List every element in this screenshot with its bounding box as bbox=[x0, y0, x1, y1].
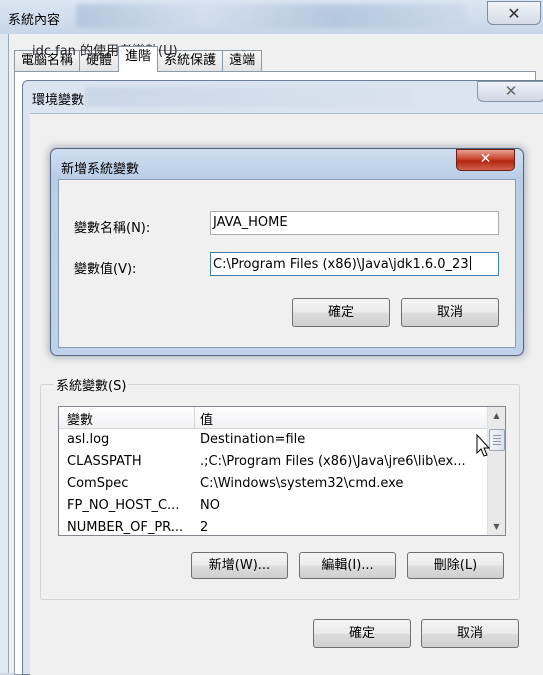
edit-variable-button[interactable]: 編輯(I)... bbox=[299, 552, 396, 579]
list-row[interactable]: NUMBER_OF_PR... 2 bbox=[59, 517, 488, 535]
column-header-variable[interactable]: 變數 bbox=[67, 409, 93, 428]
variable-value: 2 bbox=[200, 520, 209, 535]
ok-button[interactable]: 確定 bbox=[313, 619, 411, 648]
variable-name: asl.log bbox=[67, 432, 110, 447]
text-caret bbox=[469, 256, 471, 270]
variable-name: NUMBER_OF_PR... bbox=[67, 520, 184, 535]
variable-name-label: 變數名稱(N): bbox=[74, 221, 151, 236]
close-icon: ✕ bbox=[479, 151, 492, 167]
close-icon: ✕ bbox=[507, 3, 521, 23]
delete-variable-button[interactable]: 刪除(L) bbox=[407, 552, 504, 579]
dialog-title: 新增系統變數 bbox=[61, 162, 140, 177]
new-variable-button[interactable]: 新增(W)... bbox=[191, 552, 288, 579]
mouse-cursor-icon bbox=[476, 434, 490, 457]
window-title: 系統內容 bbox=[8, 13, 61, 28]
variable-value: Destination=file bbox=[200, 432, 306, 447]
variable-value: C:\Windows\system32\cmd.exe bbox=[200, 476, 404, 491]
list-row[interactable]: FP_NO_HOST_C... NO bbox=[59, 495, 488, 517]
close-button[interactable]: ✕ bbox=[487, 1, 541, 25]
list-row[interactable]: CLASSPATH .;C:\Program Files (x86)\Java\… bbox=[59, 451, 488, 473]
list-row[interactable]: ComSpec C:\Windows\system32\cmd.exe bbox=[59, 473, 488, 495]
column-header-value[interactable]: 值 bbox=[200, 409, 213, 428]
close-icon: ✕ bbox=[504, 82, 518, 100]
dialog-body: 變數名稱(N): JAVA_HOME 變數值(V): C:\Program Fi… bbox=[58, 179, 516, 348]
variable-value-label: 變數值(V): bbox=[74, 262, 137, 277]
tab-advanced[interactable]: 進階 bbox=[118, 46, 159, 72]
variable-name: CLASSPATH bbox=[67, 454, 142, 469]
close-button[interactable]: ✕ bbox=[456, 149, 515, 171]
variable-value-text: C:\Program Files (x86)\Java\jdk1.6.0_23 bbox=[213, 257, 469, 272]
variable-name-field[interactable]: JAVA_HOME bbox=[210, 211, 499, 235]
scrollbar-thumb[interactable] bbox=[489, 429, 505, 451]
cancel-button[interactable]: 取消 bbox=[401, 298, 499, 327]
variable-value: NO bbox=[200, 498, 220, 513]
system-variables-label: 系統變數(S) bbox=[54, 375, 129, 394]
variable-name-value: JAVA_HOME bbox=[213, 215, 288, 230]
variable-name: ComSpec bbox=[67, 476, 129, 491]
variable-name: FP_NO_HOST_C... bbox=[67, 498, 180, 513]
close-button[interactable]: ✕ bbox=[477, 81, 543, 102]
blurred-background-text bbox=[85, 87, 415, 107]
new-system-variable-dialog: 新增系統變數 ✕ 變數名稱(N): JAVA_HOME 變數值(V): C:\P… bbox=[50, 148, 524, 356]
vertical-scrollbar[interactable]: ▲ ▼ bbox=[487, 407, 505, 535]
system-variables-list[interactable]: 變數 值 asl.log Destination=file CLASSPATH … bbox=[58, 406, 506, 536]
list-row[interactable]: asl.log Destination=file bbox=[59, 429, 488, 451]
column-divider[interactable] bbox=[194, 407, 195, 428]
list-header: 變數 值 bbox=[59, 407, 488, 429]
dialog-title: 環境變數 bbox=[32, 93, 85, 108]
variable-value-field[interactable]: C:\Program Files (x86)\Java\jdk1.6.0_23 bbox=[210, 252, 499, 276]
variable-value: .;C:\Program Files (x86)\Java\jre6\lib\e… bbox=[200, 454, 466, 469]
ok-button[interactable]: 確定 bbox=[292, 298, 390, 327]
cancel-button[interactable]: 取消 bbox=[421, 619, 519, 648]
blurred-background-taskbar bbox=[76, 4, 466, 28]
tab-remote[interactable]: 遠端 bbox=[222, 50, 263, 72]
scroll-up-arrow-icon[interactable]: ▲ bbox=[488, 407, 505, 424]
scroll-down-arrow-icon[interactable]: ▼ bbox=[488, 518, 505, 535]
